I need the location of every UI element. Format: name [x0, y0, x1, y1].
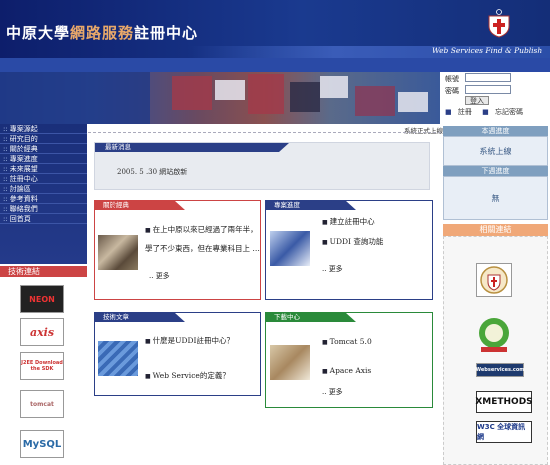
- about-panel: 關於經典 ■ 在上中原以來已經過了兩年半， 學了不少東西，但在專業科目上 … ..…: [94, 200, 261, 300]
- next-week-box: 下週進度 無: [443, 166, 548, 220]
- account-label: 帳號: [445, 75, 459, 83]
- w3c-link[interactable]: W3C 全球資訊網: [476, 421, 532, 443]
- j2ee-logo-link[interactable]: J2EE Download the SDK: [20, 352, 64, 380]
- title-prefix: 中原大學: [6, 24, 71, 42]
- sidebar-item[interactable]: :: 未來展望: [0, 164, 87, 174]
- right-column: 本週進度 系統上線 下週進度 無 相關連結 Webservices.com XM…: [443, 124, 550, 465]
- cycu-seal-icon: [480, 266, 508, 294]
- header-banner-photo: [0, 72, 440, 124]
- login-links: ■ 註冊 ■ 忘記密碼: [445, 107, 531, 117]
- tech-article-item[interactable]: ■ Web Service的定義？: [145, 370, 230, 381]
- download-item[interactable]: ■ Tomcat 5.0: [322, 337, 372, 346]
- tech-articles-image: [98, 341, 138, 376]
- title-highlight: 網路服務: [70, 24, 135, 42]
- sidebar-item[interactable]: :: 註冊中心: [0, 174, 87, 184]
- marquee-text: 系統正式上線: [404, 127, 443, 135]
- site-title: 中原大學網路服務註冊中心: [6, 22, 198, 43]
- tech-links-header: 技術連結: [0, 266, 87, 277]
- progress-item[interactable]: ■ 建立註冊中心: [322, 216, 375, 227]
- this-week-header: 本週進度: [443, 126, 548, 136]
- downloads-panel: 下載中心 ■ Tomcat 5.0 ■ Apace Axis .. 更多: [265, 312, 433, 408]
- neon-logo-link[interactable]: NEON: [20, 285, 64, 313]
- tech-articles-header: 技術文章: [95, 313, 175, 322]
- divider: [88, 132, 441, 133]
- about-more-link[interactable]: .. 更多: [149, 271, 170, 281]
- this-week-box: 本週進度 系統上線: [443, 126, 548, 166]
- tagline: Web Services Find & Publish: [432, 46, 543, 55]
- sidebar-item[interactable]: :: 專案源起: [0, 124, 87, 134]
- related-links-header: 相關連結: [443, 224, 548, 236]
- login-button[interactable]: 登入: [465, 96, 489, 105]
- sidebar-item[interactable]: :: 研究目的: [0, 134, 87, 144]
- green-emblem-icon: [479, 318, 509, 352]
- progress-panel: 專案進度 ■ 建立註冊中心 ■ UDDI 查詢功能 .. 更多: [265, 200, 433, 300]
- tomcat-logo-link[interactable]: tomcat: [20, 390, 64, 418]
- progress-item[interactable]: ■ UDDI 查詢功能: [322, 236, 383, 247]
- password-label: 密碼: [445, 87, 459, 95]
- this-week-body: 系統上線: [443, 136, 548, 166]
- title-suffix: 註冊中心: [134, 24, 199, 42]
- xmethods-link[interactable]: XMETHODS: [475, 391, 533, 413]
- sidebar-item[interactable]: :: 關於經典: [0, 144, 87, 154]
- mysql-logo-link[interactable]: MySQL: [20, 430, 64, 458]
- next-week-body: 無: [443, 176, 548, 220]
- header-band: [0, 58, 550, 72]
- sidebar-item[interactable]: :: 討論區: [0, 184, 87, 194]
- sidebar-item[interactable]: :: 聯絡我們: [0, 204, 87, 214]
- about-photo: [98, 235, 138, 270]
- password-input[interactable]: [465, 85, 511, 94]
- green-emblem-link[interactable]: [476, 315, 512, 355]
- site-header: 中原大學網路服務註冊中心 Web Services Find & Publish: [0, 0, 550, 72]
- register-link[interactable]: ■ 註冊: [445, 108, 476, 116]
- progress-photo: [270, 231, 310, 266]
- webservices-link[interactable]: Webservices.com: [476, 363, 524, 377]
- progress-more-link[interactable]: .. 更多: [322, 264, 343, 274]
- about-line2: 學了不少東西，但在專業科目上 …: [145, 244, 260, 253]
- account-input[interactable]: [465, 73, 511, 82]
- forgot-password-link[interactable]: ■ 忘記密碼: [482, 108, 527, 116]
- about-panel-header: 關於經典: [95, 201, 175, 210]
- about-line1[interactable]: ■ 在上中原以來已經過了兩年半，: [145, 224, 258, 235]
- sidebar-item[interactable]: :: 參考資料: [0, 194, 87, 204]
- next-week-header: 下週進度: [443, 166, 548, 176]
- related-links-list: Webservices.com XMETHODS W3C 全球資訊網: [443, 236, 548, 465]
- sidebar-item[interactable]: :: 專案進度: [0, 154, 87, 164]
- university-crest-icon: [488, 9, 510, 38]
- sidebar-nav: :: 專案源起 :: 研究目的 :: 關於經典 :: 專案進度 :: 未來展望 :: 註冊中…: [0, 124, 87, 264]
- downloads-more-link[interactable]: .. 更多: [322, 387, 343, 397]
- sidebar-item[interactable]: :: 回首頁: [0, 214, 87, 224]
- login-form: 帳號 密碼 登入 ■ 註冊 ■ 忘記密碼: [441, 72, 550, 124]
- download-item[interactable]: ■ Apace Axis: [322, 366, 371, 375]
- tech-article-item[interactable]: ■ 什麼是UDDI註冊中心？: [145, 335, 234, 346]
- axis-logo-link[interactable]: axis: [20, 318, 64, 346]
- tech-articles-panel: 技術文章 ■ 什麼是UDDI註冊中心？ ■ Web Service的定義？: [94, 312, 261, 396]
- news-entry[interactable]: 2005. 5 .30 網站啟新: [117, 167, 187, 177]
- latest-news-box: 最新消息 2005. 5 .30 網站啟新: [94, 142, 430, 190]
- progress-panel-header: 專案進度: [266, 201, 346, 210]
- downloads-image: [270, 345, 310, 380]
- cycu-seal-link[interactable]: [476, 263, 512, 297]
- downloads-header: 下載中心: [266, 313, 346, 322]
- news-header: 最新消息: [95, 143, 279, 152]
